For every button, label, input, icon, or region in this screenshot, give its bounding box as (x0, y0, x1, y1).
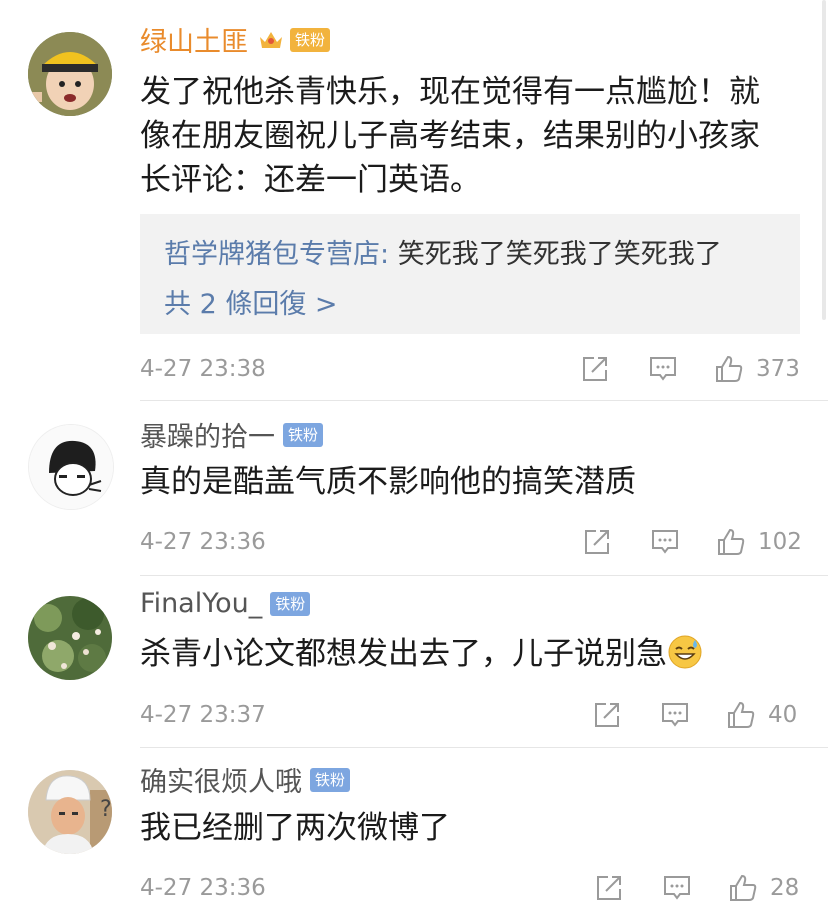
timestamp: 4-27 23:36 (140, 529, 266, 555)
thumbs-up-icon[interactable] (714, 354, 744, 384)
comment-bubble-icon[interactable] (648, 354, 678, 384)
avatar[interactable]: ? (28, 770, 112, 854)
comment-bubble-icon[interactable] (650, 527, 680, 557)
divider (140, 747, 828, 748)
avatar[interactable] (28, 32, 112, 116)
like-count: 102 (758, 529, 802, 555)
sweat-smile-emoji (668, 635, 702, 669)
comment-item: 绿山土匪 铁粉 发了祝他杀青快乐，现在觉得有一点尴尬！就像在朋友圈祝儿子高考结束… (0, 0, 828, 401)
fan-badge: 铁粉 (290, 27, 331, 52)
crown-icon (260, 31, 282, 48)
divider (140, 575, 828, 576)
reply-count-link[interactable]: 共 2 條回復 > (164, 282, 338, 321)
comment-text: 真的是酷盖气质不影响他的搞笑潜质 (140, 464, 636, 500)
reply-author[interactable]: 哲学牌猪包专营店: (164, 239, 389, 270)
share-box-icon[interactable] (592, 700, 622, 730)
comment-text: 杀青小论文都想发出去了，儿子说别急 (140, 632, 784, 676)
comment-bubble-icon[interactable] (660, 700, 690, 730)
like-count: 373 (756, 356, 800, 382)
avatar[interactable] (28, 424, 114, 510)
username[interactable]: 确实很烦人哦 (140, 760, 302, 799)
comment-text-body: 杀青小论文都想发出去了，儿子说别急 (140, 636, 667, 672)
timestamp: 4-27 23:37 (140, 702, 266, 728)
fan-badge: 铁粉 (283, 422, 324, 447)
avatar[interactable] (28, 596, 112, 680)
comment-text: 发了祝他杀青快乐，现在觉得有一点尴尬！就像在朋友圈祝儿子高考结束，结果别的小孩家… (140, 74, 760, 198)
share-box-icon[interactable] (594, 873, 624, 903)
thumbs-up-icon[interactable] (716, 527, 746, 557)
timestamp: 4-27 23:38 (140, 356, 266, 382)
username[interactable]: FinalYou_ (140, 588, 262, 619)
share-box-icon[interactable] (582, 527, 612, 557)
username[interactable]: 暴躁的拾一 (140, 415, 275, 454)
fan-badge: 铁粉 (310, 767, 351, 792)
comment-text: 我已经删了两次微博了 (140, 810, 450, 846)
fan-badge: 铁粉 (270, 591, 311, 616)
divider (140, 400, 828, 401)
scrollbar[interactable] (822, 0, 826, 320)
like-count: 28 (770, 875, 800, 901)
svg-text:?: ? (100, 797, 112, 822)
comment-bubble-icon[interactable] (662, 873, 692, 903)
thumbs-up-icon[interactable] (728, 873, 758, 903)
thumbs-up-icon[interactable] (726, 700, 756, 730)
reply-preview[interactable]: 哲学牌猪包专营店: 笑死我了笑死我了笑死我了 共 2 條回復 > (140, 214, 800, 334)
timestamp: 4-27 23:36 (140, 875, 266, 901)
like-count: 40 (768, 702, 798, 728)
reply-text: 笑死我了笑死我了笑死我了 (389, 239, 722, 270)
share-box-icon[interactable] (580, 354, 610, 384)
username[interactable]: 绿山土匪 (140, 20, 248, 59)
